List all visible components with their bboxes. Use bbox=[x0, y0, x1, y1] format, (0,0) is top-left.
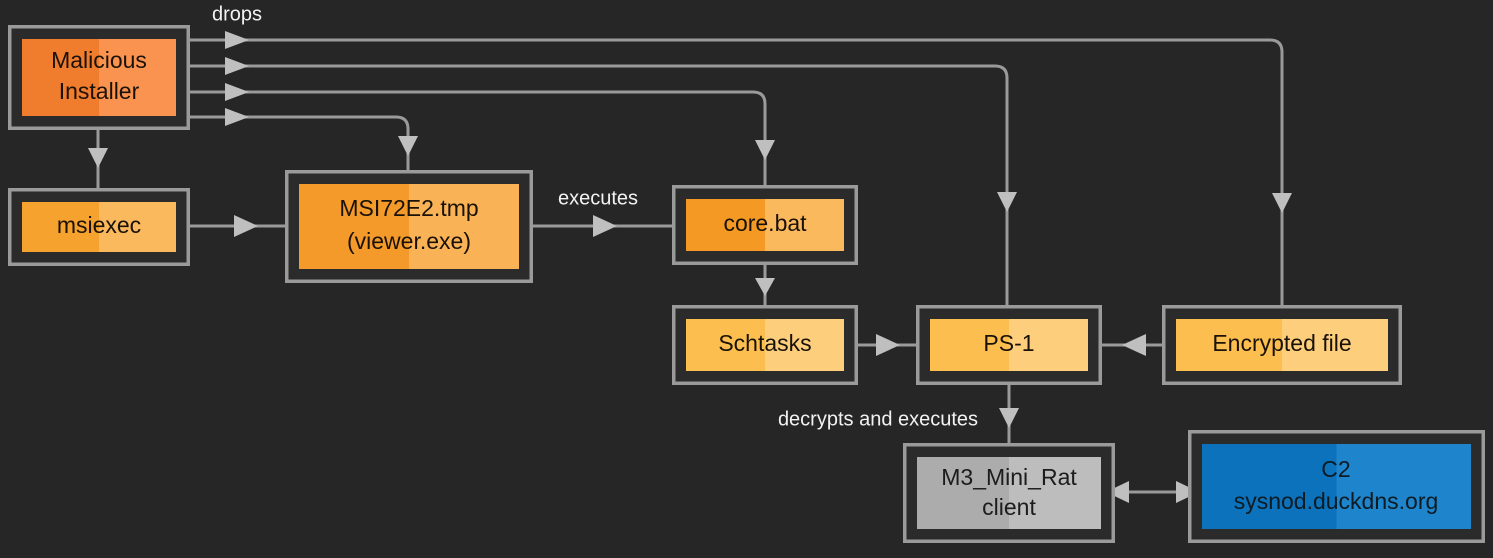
edge-label-executes: executes bbox=[558, 187, 638, 209]
node-encrypted-file-label: Encrypted file bbox=[1212, 330, 1351, 356]
node-ps-1[interactable]: PS-1 bbox=[916, 305, 1102, 385]
node-malicious-installer-line2: Installer bbox=[59, 78, 140, 104]
node-msiexec-label: msiexec bbox=[57, 212, 141, 238]
node-msiexec[interactable]: msiexec bbox=[8, 188, 190, 266]
edge-label-decrypts-and-executes: decrypts and executes bbox=[778, 408, 978, 430]
node-schtasks-label: Schtasks bbox=[718, 330, 811, 356]
node-encrypted-file[interactable]: Encrypted file bbox=[1162, 305, 1402, 385]
node-msi72e2-tmp-line1: MSI72E2.tmp bbox=[339, 195, 478, 221]
node-c2-line2: sysnod.duckdns.org bbox=[1234, 488, 1439, 514]
node-malicious-installer-line1: Malicious bbox=[51, 47, 147, 73]
node-schtasks[interactable]: Schtasks bbox=[672, 305, 858, 385]
node-m3-mini-rat-client[interactable]: M3_Mini_Rat client bbox=[903, 443, 1115, 543]
node-core-bat[interactable]: core.bat bbox=[672, 185, 858, 265]
node-msi72e2-tmp[interactable]: MSI72E2.tmp (viewer.exe) bbox=[285, 170, 533, 283]
node-c2-line1: C2 bbox=[1321, 456, 1350, 482]
node-ps-1-label: PS-1 bbox=[983, 330, 1034, 356]
node-core-bat-label: core.bat bbox=[723, 210, 807, 236]
edge-label-drops: drops bbox=[212, 3, 262, 25]
flow-svg: Malicious Installer msiexec MSI72E2.tmp … bbox=[0, 0, 1493, 558]
node-m3-mini-rat-client-line1: M3_Mini_Rat bbox=[941, 464, 1077, 490]
node-m3-mini-rat-client-line2: client bbox=[982, 494, 1036, 520]
node-msi72e2-tmp-line2: (viewer.exe) bbox=[347, 228, 471, 254]
malware-flow-diagram: Malicious Installer msiexec MSI72E2.tmp … bbox=[0, 0, 1493, 558]
node-c2[interactable]: C2 sysnod.duckdns.org bbox=[1188, 430, 1485, 543]
node-malicious-installer[interactable]: Malicious Installer bbox=[8, 25, 190, 130]
